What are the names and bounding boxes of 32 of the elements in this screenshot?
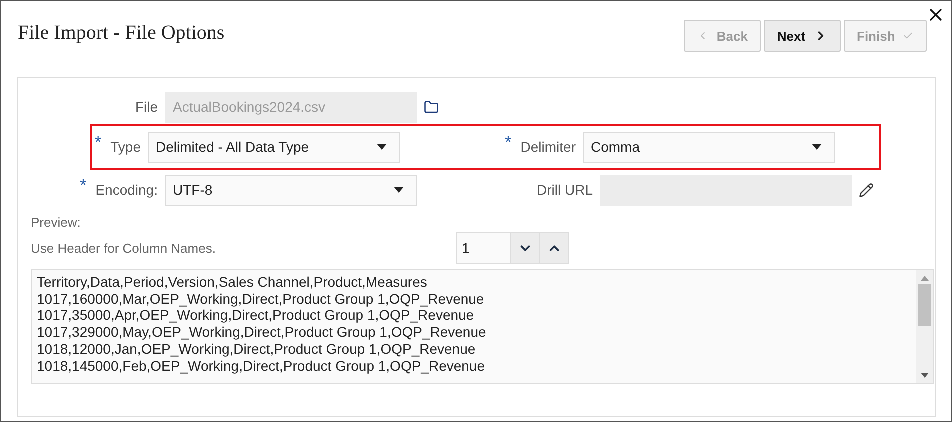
preview-line: Territory,Data,Period,Version,Sales Channel,Product,Measures [37, 274, 428, 291]
preview-text-area[interactable] [31, 269, 934, 384]
header-label: Use Header for Column Names. [31, 240, 217, 256]
field-label: Encoding: [96, 182, 158, 198]
caret-icon [377, 144, 387, 150]
required-mark: * [505, 133, 512, 153]
dropdown[interactable]: Comma [583, 132, 835, 162]
required-mark: * [80, 176, 87, 196]
field-label: Drill URL [537, 182, 593, 198]
preview-label: Preview: [31, 215, 82, 230]
folder-icon[interactable] [424, 100, 438, 114]
next-button[interactable]: Next [764, 20, 841, 52]
caret-icon [394, 187, 404, 193]
scroll-down-icon[interactable] [920, 373, 928, 378]
preview-line: 1017,329000,May,OEP_Working,Direct,Product Group 1,OQP_Revenue [37, 324, 488, 341]
preview-line: 1017,35000,Apr,OEP_Working,Direct,Product Group 1,OQP_Revenue [37, 307, 476, 324]
dropdown[interactable]: UTF-8 [165, 174, 417, 206]
decrement-button[interactable] [510, 233, 539, 263]
field-label: Delimiter [520, 139, 576, 155]
dialog-title: File Import - File Options [18, 22, 226, 45]
number-spinner[interactable]: 1 [456, 232, 569, 264]
preview-line: 1017,160000,Mar,OEP_Working,Direct,Product Group 1,OQP_Revenue [37, 290, 486, 308]
preview-line: 1018,145000,Feb,OEP_Working,Direct,Product Group 1,OQP_Revenue [37, 358, 486, 374]
caret-icon [812, 144, 822, 150]
dropdown[interactable]: Delimited - All Data Type [148, 132, 400, 162]
field-label: Type [110, 139, 141, 155]
field-label: File [135, 99, 158, 115]
scrollbar[interactable] [916, 270, 933, 383]
required-mark: * [95, 133, 102, 153]
increment-button[interactable] [539, 233, 568, 263]
preview-line: 1018,12000,Jan,OEP_Working,Direct,Product Group 1,OQP_Revenue [37, 340, 477, 358]
pencil-icon[interactable] [858, 182, 874, 198]
